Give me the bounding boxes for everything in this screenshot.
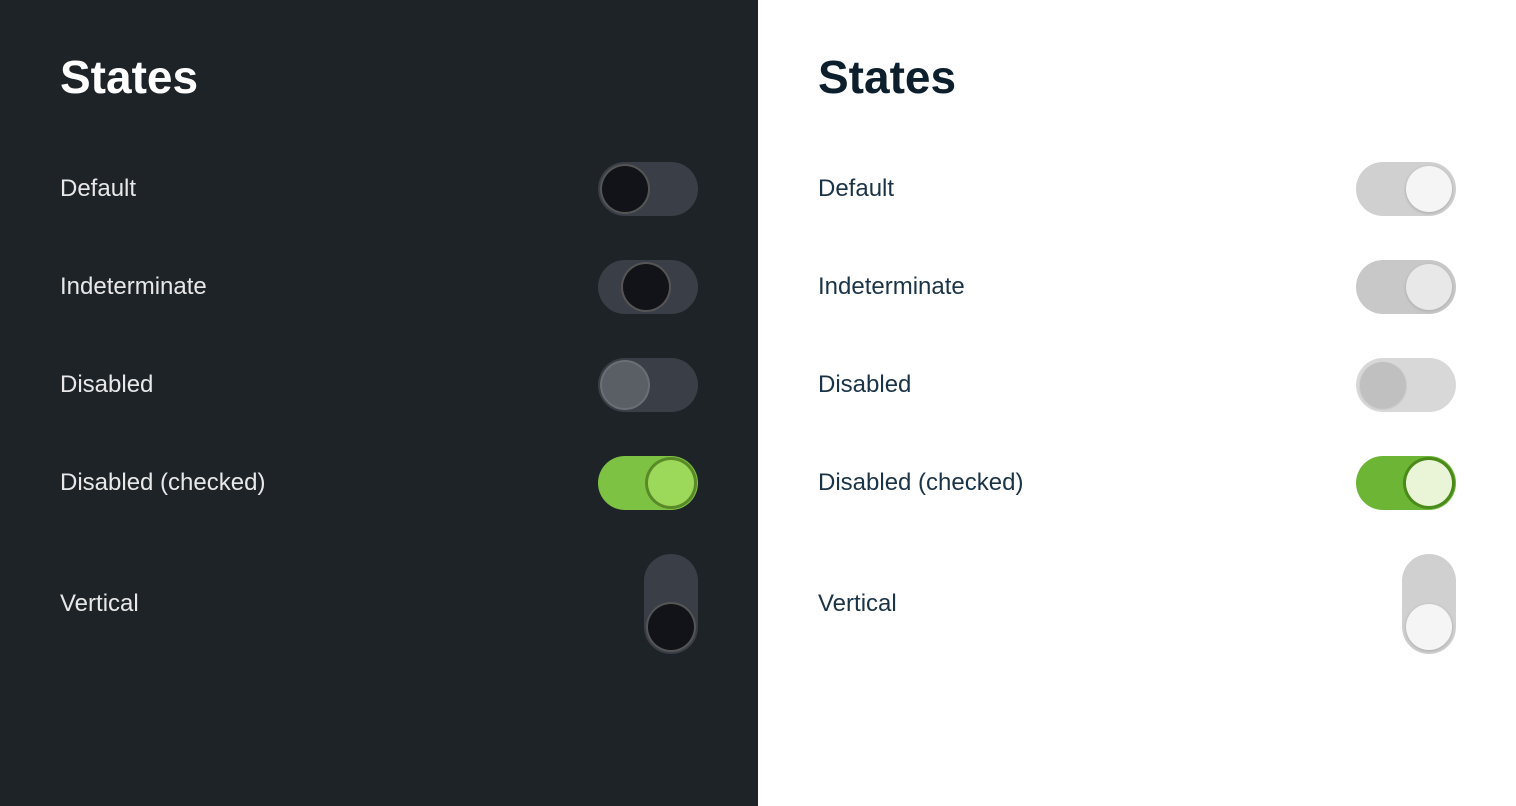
light-disabled-row: Disabled xyxy=(818,336,1456,434)
dark-disabled-toggle-wrap xyxy=(598,358,698,412)
dark-disabled-label: Disabled xyxy=(60,371,153,399)
light-disabled-checked-toggle-wrap xyxy=(1356,456,1456,510)
dark-indeterminate-toggle-wrap[interactable] xyxy=(598,260,698,314)
dark-default-knob xyxy=(602,166,648,212)
dark-default-row: Default xyxy=(60,140,698,238)
light-default-toggle-wrap[interactable] xyxy=(1356,162,1456,216)
dark-default-toggle[interactable] xyxy=(598,162,698,216)
light-indeterminate-toggle-wrap[interactable] xyxy=(1356,260,1456,314)
dark-panel-title: States xyxy=(60,50,698,104)
dark-vertical-row: Vertical xyxy=(60,532,698,676)
light-disabled-label: Disabled xyxy=(818,371,911,399)
light-default-toggle[interactable] xyxy=(1356,162,1456,216)
light-vertical-knob xyxy=(1406,604,1452,650)
dark-vertical-label: Vertical xyxy=(60,590,139,618)
light-panel: States Default Indeterminate Disabled Di… xyxy=(758,0,1516,806)
light-indeterminate-toggle[interactable] xyxy=(1356,260,1456,314)
light-disabled-checked-label: Disabled (checked) xyxy=(818,469,1023,497)
light-disabled-checked-row: Disabled (checked) xyxy=(818,434,1456,532)
light-vertical-label: Vertical xyxy=(818,590,897,618)
dark-vertical-knob xyxy=(648,604,694,650)
dark-disabled-checked-toggle-wrap xyxy=(598,456,698,510)
light-vertical-toggle-wrap[interactable] xyxy=(1402,554,1456,654)
light-indeterminate-label: Indeterminate xyxy=(818,273,965,301)
dark-disabled-checked-row: Disabled (checked) xyxy=(60,434,698,532)
light-vertical-toggle[interactable] xyxy=(1402,554,1456,654)
dark-indeterminate-label: Indeterminate xyxy=(60,273,207,301)
dark-indeterminate-knob xyxy=(623,264,669,310)
light-disabled-toggle xyxy=(1356,358,1456,412)
light-default-row: Default xyxy=(818,140,1456,238)
light-default-knob xyxy=(1406,166,1452,212)
dark-disabled-knob xyxy=(602,362,648,408)
dark-disabled-checked-label: Disabled (checked) xyxy=(60,469,265,497)
dark-indeterminate-toggle[interactable] xyxy=(598,260,698,314)
dark-disabled-toggle xyxy=(598,358,698,412)
dark-disabled-row: Disabled xyxy=(60,336,698,434)
dark-disabled-checked-toggle xyxy=(598,456,698,510)
light-indeterminate-row: Indeterminate xyxy=(818,238,1456,336)
dark-default-toggle-wrap[interactable] xyxy=(598,162,698,216)
dark-vertical-toggle[interactable] xyxy=(644,554,698,654)
light-default-label: Default xyxy=(818,175,894,203)
light-disabled-toggle-wrap xyxy=(1356,358,1456,412)
light-disabled-knob xyxy=(1360,362,1406,408)
dark-disabled-checked-knob xyxy=(648,460,694,506)
dark-vertical-toggle-wrap[interactable] xyxy=(644,554,698,654)
dark-panel: States Default Indeterminate Disabled Di… xyxy=(0,0,758,806)
light-panel-title: States xyxy=(818,50,1456,104)
light-indeterminate-knob xyxy=(1406,264,1452,310)
light-disabled-checked-toggle xyxy=(1356,456,1456,510)
dark-default-label: Default xyxy=(60,175,136,203)
light-vertical-row: Vertical xyxy=(818,532,1456,676)
light-disabled-checked-knob xyxy=(1406,460,1452,506)
dark-indeterminate-row: Indeterminate xyxy=(60,238,698,336)
